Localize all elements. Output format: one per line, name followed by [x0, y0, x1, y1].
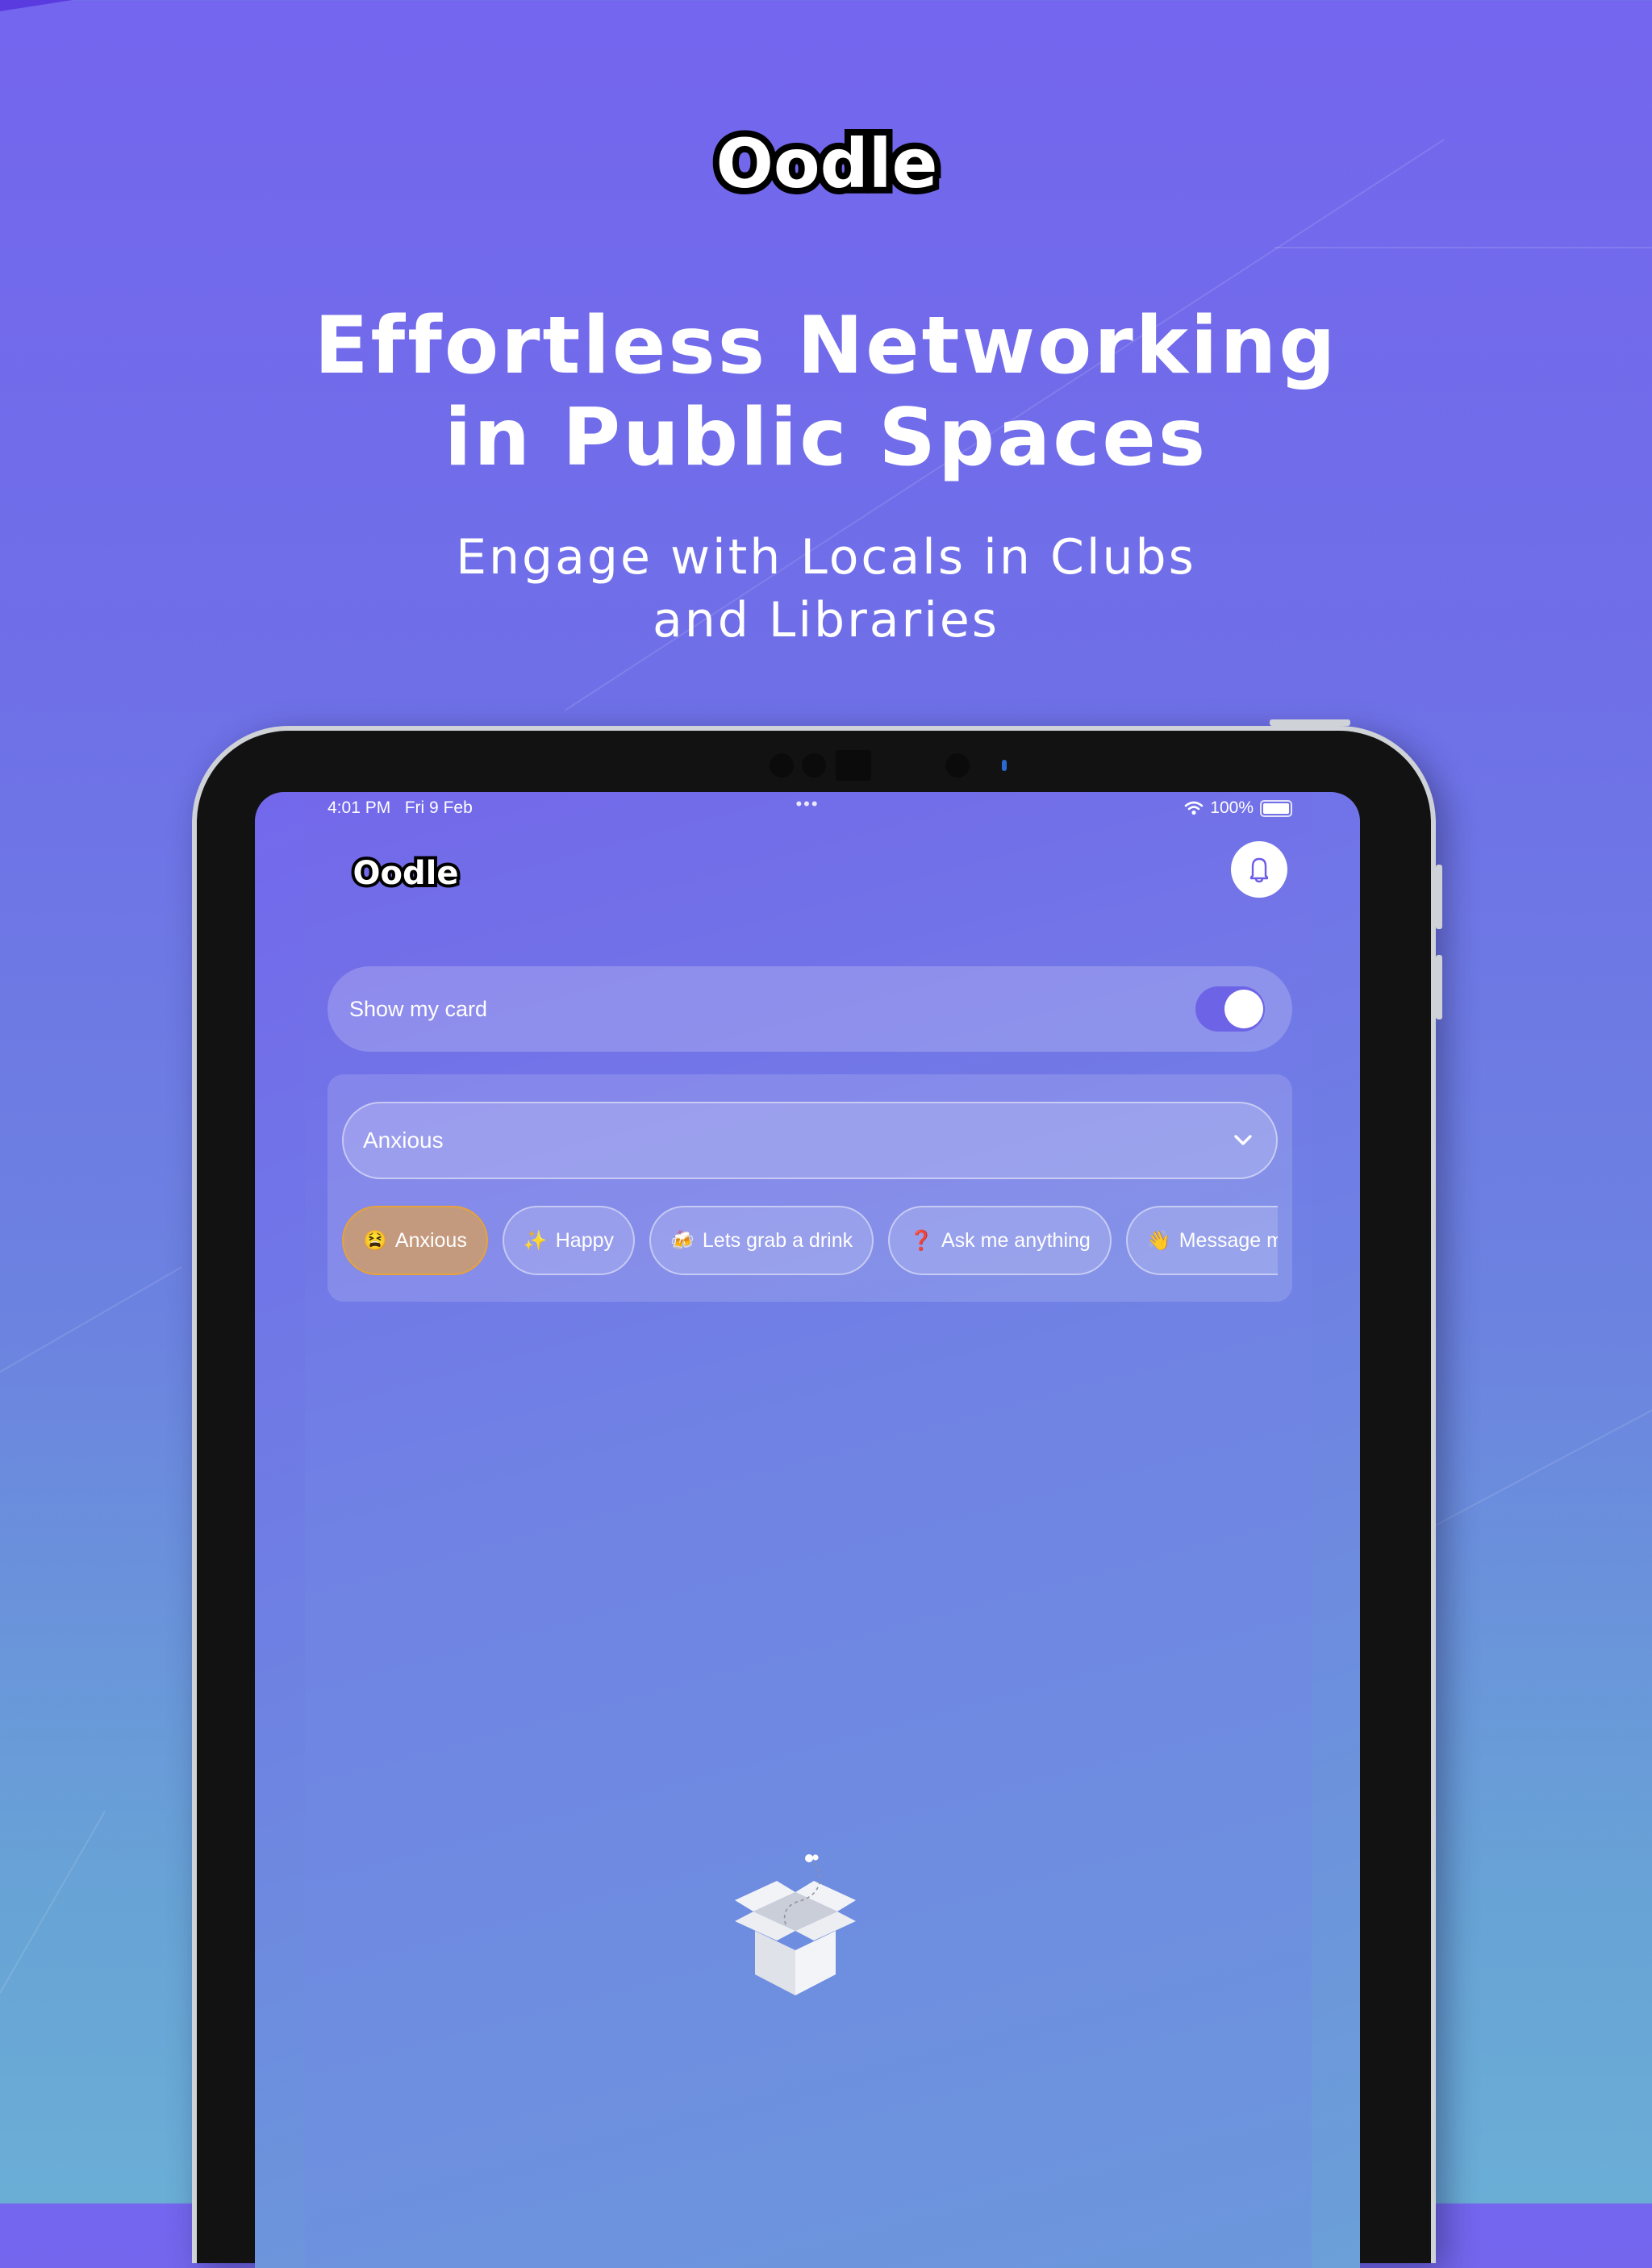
corner-accent — [0, 0, 73, 11]
brand-logo-text: Oodle — [715, 124, 937, 203]
question-mark-icon: ❓ — [909, 1229, 933, 1252]
mood-chip-message-me[interactable]: 👋 Message me — [1125, 1206, 1278, 1275]
status-right: 100% — [1184, 798, 1292, 818]
chevron-down-icon — [1234, 1135, 1252, 1145]
multitask-indicator[interactable]: ••• — [795, 794, 819, 815]
camera-lens — [802, 753, 826, 778]
mood-dropdown-value: Anxious — [363, 1128, 444, 1153]
camera-lens — [770, 753, 794, 778]
show-card-label: Show my card — [349, 996, 488, 1021]
status-time: 4:01 PM Fri 9 Feb — [327, 798, 473, 818]
brand-logo: Oodle — [709, 118, 944, 214]
mood-dropdown[interactable]: Anxious — [342, 1102, 1278, 1179]
hero-subtitle-line-2: and Libraries — [652, 592, 1000, 648]
mood-chip-ask-me[interactable]: ❓ Ask me anything — [888, 1206, 1112, 1275]
chip-label: Ask me anything — [941, 1228, 1091, 1252]
beer-mugs-icon: 🍻 — [670, 1229, 695, 1252]
decorative-line — [1435, 1403, 1652, 1526]
camera-array — [576, 748, 1060, 781]
app-logo-text: Oodle — [353, 855, 459, 892]
sparkles-icon: ✨ — [523, 1229, 548, 1252]
show-card-toggle[interactable] — [1195, 986, 1265, 1032]
decorative-line — [0, 1811, 106, 1994]
device-volume-up — [1436, 865, 1442, 929]
hero-title-line-1: Effortless Networking — [314, 300, 1338, 392]
chip-label: Happy — [555, 1228, 614, 1252]
tablet-device-frame: 4:01 PM Fri 9 Feb ••• 100% Oodle Show my… — [192, 719, 1442, 2268]
toggle-knob — [1224, 990, 1263, 1028]
waving-hand-icon: 👋 — [1146, 1229, 1171, 1252]
bell-icon — [1249, 857, 1269, 883]
device-volume-down — [1436, 955, 1442, 1019]
status-time-text: 4:01 PM — [327, 798, 391, 817]
device-top-button — [1270, 719, 1350, 726]
camera-lens — [945, 753, 970, 778]
battery-icon — [1260, 799, 1292, 817]
empty-state — [723, 1850, 868, 1995]
mood-chips: 😫 Anxious ✨ Happy 🍻 Lets grab a drink ❓ … — [342, 1206, 1278, 1278]
hero-subtitle-line-1: Engage with Locals in Clubs — [456, 529, 1196, 586]
camera-indicator — [1002, 760, 1007, 771]
wifi-icon — [1184, 801, 1204, 815]
mood-panel: Anxious 😫 Anxious ✨ Happy 🍻 Lets grab a … — [327, 1074, 1292, 1302]
battery-percent: 100% — [1210, 798, 1254, 817]
decorative-line — [1274, 247, 1652, 248]
anxious-face-icon: 😫 — [363, 1229, 387, 1252]
hero-subtitle: Engage with Locals in Clubs and Librarie… — [0, 526, 1652, 652]
mood-chip-happy[interactable]: ✨ Happy — [502, 1206, 635, 1275]
camera-sensor — [836, 750, 871, 781]
chip-label: Lets grab a drink — [702, 1228, 853, 1252]
status-bar: 4:01 PM Fri 9 Feb ••• 100% — [255, 794, 1360, 821]
decorative-line — [0, 1266, 182, 1373]
notifications-button[interactable] — [1231, 841, 1287, 898]
show-card-row: Show my card — [327, 966, 1292, 1052]
chip-label: Message me — [1179, 1228, 1278, 1252]
hero-title-line-2: in Public Spaces — [444, 392, 1208, 484]
app-logo: Oodle — [345, 848, 466, 901]
mood-chip-drink[interactable]: 🍻 Lets grab a drink — [649, 1206, 874, 1275]
device-screen: 4:01 PM Fri 9 Feb ••• 100% Oodle Show my… — [255, 792, 1360, 2268]
status-date-text: Fri 9 Feb — [404, 798, 473, 817]
chip-label: Anxious — [394, 1228, 467, 1252]
open-box-icon — [735, 1854, 856, 1995]
mood-chip-anxious[interactable]: 😫 Anxious — [342, 1206, 488, 1275]
hero-title: Effortless Networking in Public Spaces — [0, 300, 1652, 484]
